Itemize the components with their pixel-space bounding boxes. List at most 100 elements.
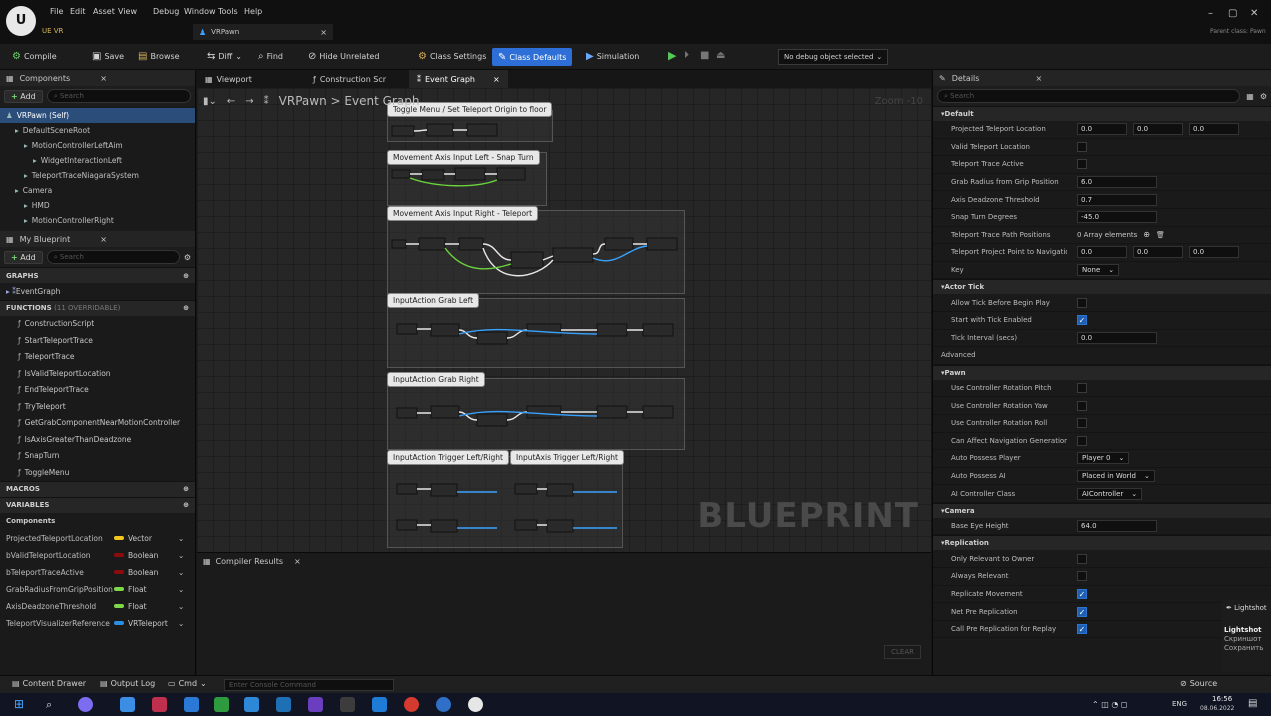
- class-defaults-button[interactable]: ✎ Class Defaults: [492, 48, 573, 66]
- output-log-button[interactable]: ▤ Output Log: [100, 679, 155, 688]
- settings-gear-icon[interactable]: ⚙: [1260, 92, 1267, 101]
- trash-icon[interactable]: 🗑: [1156, 231, 1165, 239]
- stop-icon[interactable]: ■: [700, 50, 709, 61]
- property-number-field[interactable]: -45.0: [1077, 211, 1157, 224]
- chevron-down-icon[interactable]: ⌄: [178, 585, 184, 594]
- breadcrumb-root[interactable]: VRPawn: [279, 94, 327, 108]
- property-checkbox[interactable]: [1077, 297, 1087, 308]
- add-graph-icon[interactable]: ⊕: [183, 272, 189, 280]
- app-icon[interactable]: [276, 697, 291, 712]
- add-variable-icon[interactable]: ⊕: [183, 501, 189, 509]
- app-icon[interactable]: [120, 697, 135, 712]
- vector-component-field[interactable]: 0.0: [1189, 246, 1239, 259]
- components-variable-group[interactable]: Components: [0, 513, 195, 530]
- function-item[interactable]: ƒ SnapTurn: [0, 448, 195, 465]
- comment-snap-turn[interactable]: Movement Axis Input Left - Snap Turn: [387, 150, 540, 165]
- menu-asset[interactable]: Asset: [93, 7, 115, 16]
- menu-file[interactable]: File: [50, 7, 63, 16]
- clear-button[interactable]: CLEAR: [884, 645, 921, 659]
- variable-item[interactable]: AxisDeadzoneThreshold Float ⌄: [0, 598, 195, 615]
- close-window-button[interactable]: ✕: [1250, 8, 1258, 19]
- property-dropdown[interactable]: Placed in World ⌄: [1077, 469, 1155, 482]
- app-icon[interactable]: [436, 697, 451, 712]
- eject-icon[interactable]: ⏏: [716, 50, 725, 61]
- add-component-button[interactable]: + Add: [4, 89, 43, 103]
- property-number-field[interactable]: 0.7: [1077, 193, 1157, 206]
- diff-button[interactable]: ⇆ Diff ⌄: [207, 51, 242, 62]
- function-item[interactable]: ƒ GetGrabComponentNearMotionController: [0, 415, 195, 432]
- my-blueprint-tab[interactable]: ▦ My Blueprint ×: [0, 231, 195, 247]
- menu-help[interactable]: Help: [244, 7, 262, 16]
- settings-gear-icon[interactable]: ⚙: [184, 253, 191, 262]
- property-checkbox[interactable]: [1077, 588, 1087, 599]
- property-checkbox[interactable]: [1077, 606, 1087, 617]
- menu-edit[interactable]: Edit: [70, 7, 86, 16]
- add-member-button[interactable]: + Add: [4, 250, 43, 264]
- notification-icon[interactable]: ▤: [1248, 698, 1257, 709]
- function-item[interactable]: ƒ IsAxisGreaterThanDeadzone: [0, 431, 195, 448]
- close-tab-icon[interactable]: ×: [100, 74, 107, 83]
- compile-button[interactable]: ⚙ Compile: [12, 51, 57, 62]
- menu-debug[interactable]: Debug: [153, 7, 179, 16]
- property-checkbox[interactable]: [1077, 571, 1087, 582]
- app-icon[interactable]: [308, 697, 323, 712]
- cmd-select[interactable]: ▭ Cmd ⌄: [168, 679, 207, 688]
- details-section-header[interactable]: ▾ Default: [933, 106, 1271, 121]
- event-graph-canvas[interactable]: ▮⌄ ← → ⁑ VRPawn > Event Graph Zoom -10 B…: [197, 88, 931, 552]
- app-icon[interactable]: [78, 697, 93, 712]
- view-options-icon[interactable]: ▦: [1246, 92, 1254, 101]
- variable-item[interactable]: bTeleportTraceActive Boolean ⌄: [0, 564, 195, 581]
- details-section-header[interactable]: ▾ Actor Tick: [933, 279, 1271, 295]
- component-item[interactable]: ▸ MotionControllerRight: [0, 213, 195, 228]
- comment-trigger-axis[interactable]: InputAxis Trigger Left/Right: [510, 450, 625, 465]
- add-macro-icon[interactable]: ⊕: [183, 485, 189, 493]
- search-icon[interactable]: ⌕: [46, 697, 61, 712]
- details-section-header[interactable]: ▾ Camera: [933, 502, 1271, 518]
- tray-icons[interactable]: ⌃ ◫ ◔ ◻: [1092, 700, 1128, 709]
- step-icon[interactable]: ⏵: [684, 50, 689, 61]
- variable-item[interactable]: TeleportVisualizerReference VRTeleport ⌄: [0, 615, 195, 632]
- details-section-header[interactable]: ▾ Pawn: [933, 364, 1271, 380]
- tab-construction-script[interactable]: ƒ Construction Scr: [305, 70, 394, 88]
- project-tab[interactable]: UE VR: [42, 27, 63, 35]
- property-number-field[interactable]: 6.0: [1077, 176, 1157, 189]
- clock-date[interactable]: 08.06.2022: [1200, 705, 1234, 712]
- vector-component-field[interactable]: 0.0: [1189, 123, 1239, 136]
- close-tab-icon[interactable]: ×: [100, 235, 107, 244]
- graph-menu-icon[interactable]: ▮⌄: [203, 96, 217, 107]
- property-checkbox[interactable]: [1077, 159, 1087, 170]
- play-icon[interactable]: ▶: [668, 49, 676, 62]
- macros-section-header[interactable]: MACROS ⊕: [0, 480, 195, 497]
- component-item[interactable]: ▸ DefaultSceneRoot: [0, 123, 195, 138]
- console-input[interactable]: Enter Console Command: [224, 679, 394, 691]
- functions-section-header[interactable]: FUNCTIONS (11 OVERRIDABLE) ⊕: [0, 299, 195, 316]
- app-icon[interactable]: [244, 697, 259, 712]
- forward-arrow-icon[interactable]: →: [245, 96, 253, 107]
- property-checkbox[interactable]: [1077, 383, 1087, 394]
- menu-window[interactable]: Window: [184, 7, 216, 16]
- app-icon[interactable]: [372, 697, 387, 712]
- content-drawer-button[interactable]: ▤ Content Drawer: [12, 679, 86, 688]
- function-item[interactable]: ƒ ConstructionScript: [0, 316, 195, 333]
- app-icon[interactable]: [214, 697, 229, 712]
- chevron-down-icon[interactable]: ⌄: [178, 568, 184, 577]
- vector-component-field[interactable]: 0.0: [1133, 123, 1183, 136]
- function-item[interactable]: ƒ StartTeleportTrace: [0, 332, 195, 349]
- tab-viewport[interactable]: ▦ Viewport: [197, 70, 260, 88]
- property-checkbox[interactable]: [1077, 624, 1087, 635]
- unreal-taskbar-icon[interactable]: [468, 697, 483, 712]
- browse-button[interactable]: ▤ Browse: [138, 51, 180, 62]
- blueprint-search-input[interactable]: ⌕ Search: [46, 250, 180, 264]
- add-function-icon[interactable]: ⊕: [183, 304, 189, 312]
- comment-grab-right[interactable]: InputAction Grab Right: [387, 372, 485, 387]
- property-checkbox[interactable]: [1077, 418, 1087, 429]
- function-item[interactable]: ƒ ToggleMenu: [0, 464, 195, 481]
- vector-component-field[interactable]: 0.0: [1133, 246, 1183, 259]
- variable-item[interactable]: GrabRadiusFromGripPosition Float ⌄: [0, 581, 195, 598]
- component-item[interactable]: ▸ MotionControllerLeftAim: [0, 138, 195, 153]
- close-tab-icon[interactable]: ×: [320, 28, 327, 37]
- property-checkbox[interactable]: [1077, 435, 1087, 446]
- simulation-button[interactable]: ▶ Simulation: [586, 51, 639, 62]
- details-section-header[interactable]: ▾ Replication: [933, 535, 1271, 551]
- menu-view[interactable]: View: [118, 7, 137, 16]
